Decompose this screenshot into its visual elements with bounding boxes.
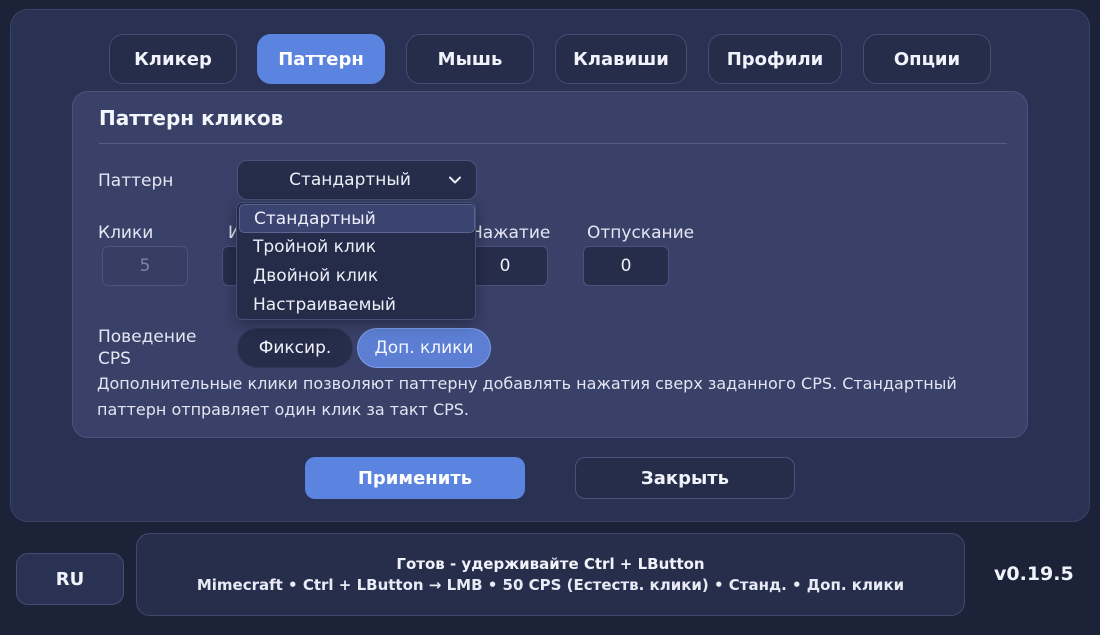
press-label: Нажатие: [470, 223, 551, 243]
clicks-input[interactable]: 5: [102, 246, 188, 286]
pattern-select-value: Стандартный: [289, 170, 411, 190]
status-title: Готов - удерживайте Ctrl + LButton: [396, 555, 705, 573]
cps-behavior-label: Поведение CPS: [98, 327, 197, 369]
dropdown-option-standard[interactable]: Стандартный: [239, 204, 475, 233]
tab-keys[interactable]: Клавиши: [555, 34, 687, 84]
dropdown-option-triple[interactable]: Тройной клик: [237, 233, 475, 262]
close-button[interactable]: Закрыть: [575, 457, 795, 499]
language-button[interactable]: RU: [16, 553, 124, 605]
tab-clicker[interactable]: Кликер: [109, 34, 237, 84]
behavior-description: Дополнительные клики позволяют паттерну …: [97, 374, 957, 419]
dropdown-option-double[interactable]: Двойной клик: [237, 262, 475, 291]
clicks-label: Клики: [98, 223, 154, 243]
tab-options[interactable]: Опции: [863, 34, 991, 84]
apply-button[interactable]: Применить: [305, 457, 525, 499]
release-label: Отпускание: [587, 223, 695, 243]
behavior-extra-clicks-button[interactable]: Доп. клики: [357, 328, 491, 368]
chevron-down-icon: [449, 176, 461, 184]
status-panel: Готов - удерживайте Ctrl + LButton Mimec…: [136, 533, 965, 616]
tab-profiles[interactable]: Профили: [708, 34, 842, 84]
pattern-card: Паттерн кликов Паттерн Стандартный Клики…: [72, 91, 1028, 438]
pattern-dropdown-menu: Стандартный Тройной клик Двойной клик На…: [236, 202, 476, 320]
tab-pattern[interactable]: Паттерн: [257, 34, 385, 84]
tab-mouse[interactable]: Мышь: [406, 34, 534, 84]
status-detail: Mimecraft • Ctrl + LButton → LMB • 50 CP…: [196, 576, 905, 594]
release-input[interactable]: 0: [583, 246, 669, 286]
behavior-fixed-button[interactable]: Фиксир.: [237, 328, 353, 368]
version-label: v0.19.5: [994, 563, 1074, 585]
card-title: Паттерн кликов: [99, 106, 284, 130]
pattern-select[interactable]: Стандартный: [237, 160, 477, 200]
dropdown-option-custom[interactable]: Настраиваемый: [237, 291, 475, 320]
pattern-label: Паттерн: [98, 171, 174, 191]
card-divider: [99, 143, 1007, 144]
